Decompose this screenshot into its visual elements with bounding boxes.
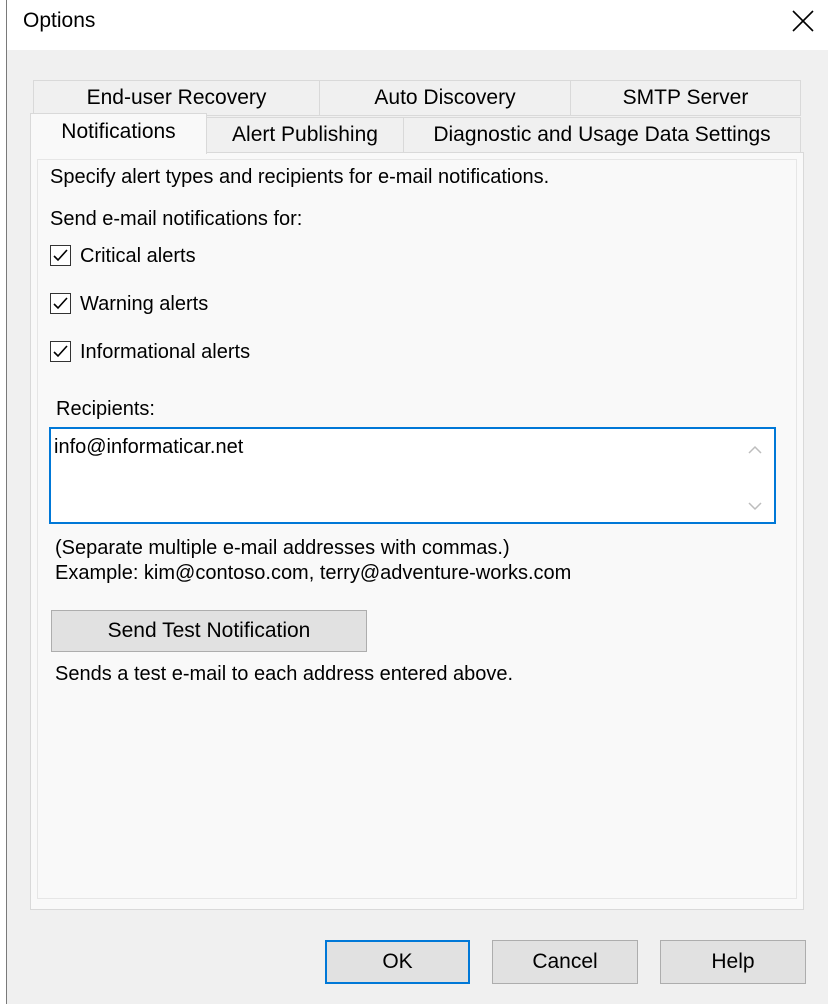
tab-label: Alert Publishing (232, 123, 378, 146)
close-button[interactable] (772, 0, 828, 46)
hint-line-1: (Separate multiple e-mail addresses with… (55, 537, 510, 559)
vertical-scrollbar[interactable] (738, 431, 772, 520)
tab-label: Diagnostic and Usage Data Settings (433, 123, 771, 146)
send-test-label: Send Test Notification (107, 619, 311, 642)
ok-label: OK (382, 950, 413, 973)
checkmark-icon (53, 345, 68, 358)
help-label: Help (711, 950, 755, 973)
tab-alert-publishing[interactable]: Alert Publishing (206, 117, 404, 153)
checkmark-icon (53, 297, 68, 310)
hint-line-2: Example: kim@contoso.com, terry@adventur… (55, 562, 572, 584)
tab-auto-discovery[interactable]: Auto Discovery (319, 80, 571, 116)
tab-diagnostic-usage[interactable]: Diagnostic and Usage Data Settings (403, 117, 801, 153)
cancel-button[interactable]: Cancel (492, 940, 638, 984)
close-icon (792, 10, 814, 32)
cancel-label: Cancel (532, 950, 598, 973)
checkmark-icon (53, 249, 68, 262)
tab-label: SMTP Server (622, 86, 749, 109)
tab-notifications[interactable]: Notifications (30, 113, 207, 154)
tab-label: Notifications (61, 120, 176, 143)
help-button[interactable]: Help (660, 940, 806, 984)
critical-alerts-checkbox[interactable] (50, 245, 71, 266)
critical-alerts-label[interactable]: Critical alerts (80, 245, 196, 268)
recipients-textarea[interactable]: info@informaticar.net (49, 427, 776, 524)
tab-smtp-server[interactable]: SMTP Server (570, 80, 801, 116)
warning-alerts-checkbox[interactable] (50, 293, 71, 314)
send-for-label: Send e-mail notifications for: (50, 208, 303, 230)
window-title: Options (23, 9, 96, 32)
title-bar: Options (7, 0, 828, 50)
recipients-value: info@informaticar.net (54, 436, 244, 458)
informational-alerts-label[interactable]: Informational alerts (80, 341, 250, 364)
tab-label: Auto Discovery (374, 86, 516, 109)
send-test-notification-button[interactable]: Send Test Notification (51, 610, 367, 652)
send-test-description: Sends a test e-mail to each address ente… (55, 663, 514, 685)
description-text: Specify alert types and recipients for e… (50, 166, 550, 188)
panel-inner-border (37, 159, 797, 899)
background-window-edge (0, 0, 7, 1004)
tab-end-user-recovery[interactable]: End-user Recovery (33, 80, 320, 116)
scroll-down-icon[interactable] (748, 499, 762, 513)
scroll-up-icon[interactable] (748, 443, 762, 457)
informational-alerts-checkbox[interactable] (50, 341, 71, 362)
tab-label: End-user Recovery (86, 86, 267, 109)
ok-button[interactable]: OK (325, 940, 470, 984)
recipients-label: Recipients: (56, 398, 155, 420)
warning-alerts-label[interactable]: Warning alerts (80, 293, 208, 316)
